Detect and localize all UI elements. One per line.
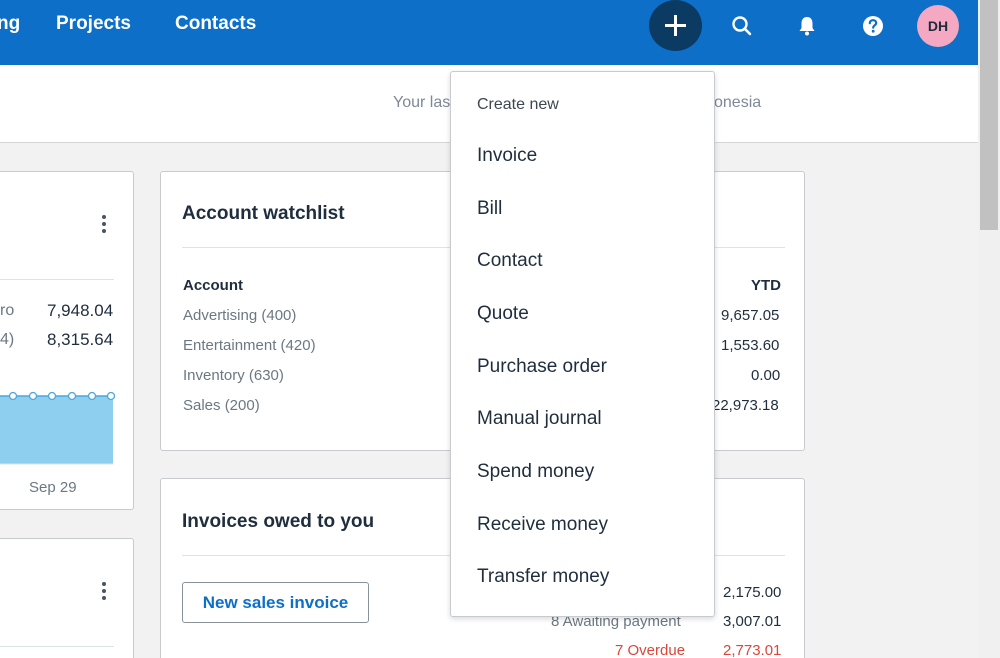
create-new-menu-header: Create new <box>477 96 559 113</box>
chart-area <box>0 396 113 464</box>
scrollbar-thumb[interactable] <box>980 0 998 230</box>
cash-flow-chart <box>0 391 115 465</box>
watchlist-account-name[interactable]: Inventory (630) <box>183 367 284 384</box>
chart-point <box>28 391 38 401</box>
chart-point <box>8 391 18 401</box>
awaiting-payment-value: 3,007.01 <box>723 613 782 630</box>
chart-row-label: 4) <box>0 331 15 348</box>
card-divider <box>0 646 114 647</box>
create-new-menu: Create new Invoice Bill Contact Quote Pu… <box>450 71 715 617</box>
chart-x-label: Sep 29 <box>29 479 77 496</box>
plus-icon <box>665 15 686 36</box>
menu-item-contact[interactable]: Contact <box>451 236 714 286</box>
chart-row-value: 7,948.04 <box>47 301 114 320</box>
menu-item-invoice[interactable]: Invoice <box>451 131 714 181</box>
chart-point <box>47 391 57 401</box>
menu-item-spend-money[interactable]: Spend money <box>451 447 714 497</box>
watchlist-ytd-value: 22,973.18 <box>712 397 779 414</box>
chart-point <box>106 391 115 401</box>
ytd-column-header: YTD <box>751 277 781 294</box>
menu-item-receive-money[interactable]: Receive money <box>451 500 714 550</box>
more-options-icon[interactable] <box>101 215 107 236</box>
account-column-header: Account <box>183 277 243 294</box>
overdue-link[interactable]: 7 Overdue <box>615 642 685 658</box>
nav-item-partial[interactable]: ng <box>0 13 20 35</box>
help-icon <box>863 16 883 36</box>
more-options-icon[interactable] <box>101 582 107 603</box>
invoices-owed-title: Invoices owed to you <box>182 511 375 532</box>
chart-row-value: 8,315.64 <box>47 330 114 349</box>
nav-item-projects[interactable]: Projects <box>56 13 131 35</box>
chart-row-label: ro <box>0 302 15 319</box>
menu-item-purchase-order[interactable]: Purchase order <box>451 342 714 392</box>
watchlist-ytd-value: 9,657.05 <box>721 307 780 324</box>
watchlist-account-name[interactable]: Sales (200) <box>183 397 260 414</box>
menu-item-bill[interactable]: Bill <box>451 184 714 234</box>
invoice-total-value: 2,175.00 <box>723 584 782 601</box>
chart-point <box>67 391 77 401</box>
notifications-button[interactable] <box>794 13 820 39</box>
watchlist-account-name[interactable]: Advertising (400) <box>183 307 296 324</box>
user-avatar[interactable]: DH <box>917 5 959 47</box>
nav-item-contacts[interactable]: Contacts <box>175 13 256 35</box>
last-login-text-right: onesia <box>714 94 762 111</box>
new-sales-invoice-button[interactable]: New sales invoice <box>182 582 369 623</box>
help-button[interactable] <box>860 13 886 39</box>
menu-item-transfer-money[interactable]: Transfer money <box>451 552 714 602</box>
menu-item-manual-journal[interactable]: Manual journal <box>451 394 714 444</box>
card-divider <box>0 279 114 280</box>
top-nav-bar: ng Projects Contacts DH <box>0 0 978 65</box>
watchlist-ytd-value: 1,553.60 <box>721 337 780 354</box>
search-icon <box>732 16 752 36</box>
account-watchlist-title: Account watchlist <box>182 203 345 224</box>
chart-point <box>87 391 97 401</box>
overdue-value: 2,773.01 <box>723 642 782 658</box>
menu-item-quote[interactable]: Quote <box>451 289 714 339</box>
search-button[interactable] <box>729 13 755 39</box>
bell-icon <box>799 17 815 36</box>
watchlist-ytd-value: 0.00 <box>751 367 781 384</box>
create-new-button[interactable] <box>649 0 702 51</box>
last-login-text-left: Your las <box>393 94 451 111</box>
watchlist-account-name[interactable]: Entertainment (420) <box>183 337 316 354</box>
left-chart-card: ro 7,948.04 4) 8,315.64 Sep 29 <box>0 171 134 510</box>
left-lower-card <box>0 538 134 658</box>
